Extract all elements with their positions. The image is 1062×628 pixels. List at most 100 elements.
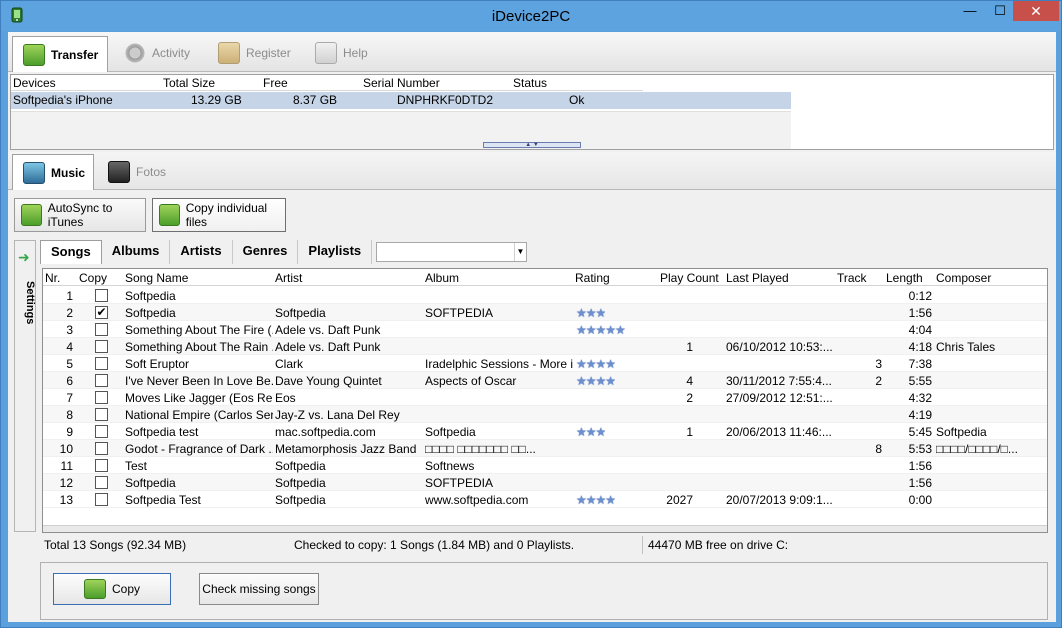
rating-stars[interactable]: ★★★★ bbox=[576, 357, 615, 371]
cell-name: Softpedia bbox=[125, 476, 176, 490]
copy-checkbox[interactable] bbox=[95, 340, 108, 353]
cell-artist: mac.softpedia.com bbox=[275, 425, 376, 439]
table-row[interactable]: 12 Softpedia Softpedia SOFTPEDIA 1:56 bbox=[43, 474, 1047, 491]
cell-length: 1:56 bbox=[908, 476, 932, 490]
rating-stars[interactable]: ★★★★ bbox=[576, 493, 615, 507]
copy-checkbox[interactable] bbox=[95, 323, 108, 336]
col-song-name[interactable]: Song Name bbox=[125, 271, 188, 285]
rating-stars[interactable]: ★★★★★ bbox=[576, 323, 625, 337]
copy-individual-button[interactable]: Copy individual files bbox=[152, 198, 286, 232]
cell-length: 4:18 bbox=[908, 340, 932, 354]
tab-label: Fotos bbox=[136, 165, 167, 179]
check-missing-button[interactable]: Check missing songs bbox=[199, 573, 319, 605]
cell-name: Something About The Rain ... bbox=[125, 340, 273, 354]
help-icon bbox=[315, 42, 337, 64]
filter-albums[interactable]: Albums bbox=[102, 240, 171, 264]
filter-songs[interactable]: Songs bbox=[40, 240, 102, 264]
table-row[interactable]: 4 Something About The Rain ... Adele vs. D… bbox=[43, 338, 1047, 355]
copy-checkbox[interactable] bbox=[95, 391, 108, 404]
action-bar: Copy Check missing songs bbox=[40, 562, 1048, 620]
col-length[interactable]: Length bbox=[886, 271, 923, 285]
filter-genres[interactable]: Genres bbox=[233, 240, 299, 264]
tab-music[interactable]: Music bbox=[12, 154, 94, 190]
col-play-count[interactable]: Play Count bbox=[660, 271, 719, 285]
col-serial[interactable]: Serial Number bbox=[363, 76, 440, 90]
table-row[interactable]: 3 Something About The Fire (... Adele vs. … bbox=[43, 321, 1047, 338]
col-total-size[interactable]: Total Size bbox=[163, 76, 215, 90]
autosync-button[interactable]: AutoSync to iTunes bbox=[14, 198, 146, 232]
cell-artist: Softpedia bbox=[275, 476, 326, 490]
settings-label: Settings bbox=[24, 281, 36, 325]
cell-name: National Empire (Carlos Ser... bbox=[125, 408, 273, 422]
device-total: 13.29 GB bbox=[191, 93, 242, 107]
copy-checkbox[interactable] bbox=[95, 476, 108, 489]
devices-empty-area bbox=[11, 111, 791, 149]
copy-checkbox[interactable] bbox=[95, 357, 108, 370]
col-nr[interactable]: Nr. bbox=[45, 271, 60, 285]
rating-stars[interactable]: ★★★ bbox=[576, 306, 605, 320]
cell-album: □□□□ □□□□□□□ □□... bbox=[425, 442, 536, 456]
main-tabs: Transfer Activity Register Help bbox=[8, 32, 1056, 72]
cell-name: Softpedia bbox=[125, 306, 176, 320]
cell-name: Test bbox=[125, 459, 148, 473]
cell-last: 27/09/2012 12:51:... bbox=[726, 391, 833, 405]
table-row[interactable]: 13 Softpedia Test Softpedia www.softpedia.c… bbox=[43, 491, 1047, 508]
tab-activity[interactable]: Activity bbox=[124, 36, 190, 70]
cell-last: 30/11/2012 7:55:4... bbox=[726, 374, 832, 388]
copy-checkbox[interactable] bbox=[95, 442, 108, 455]
settings-toggle[interactable]: ➜ Settings bbox=[14, 240, 36, 532]
filter-dropdown[interactable]: ▼ bbox=[376, 242, 527, 262]
table-row[interactable]: 10 Godot - Fragrance of Dark ... Metamorph… bbox=[43, 440, 1047, 457]
col-album[interactable]: Album bbox=[425, 271, 459, 285]
col-composer[interactable]: Composer bbox=[936, 271, 991, 285]
copy-checkbox[interactable] bbox=[95, 425, 108, 438]
copy-checkbox[interactable] bbox=[95, 289, 108, 302]
maximize-button[interactable]: ☐ bbox=[986, 3, 1014, 25]
tab-help[interactable]: Help bbox=[315, 36, 368, 70]
copy-checkbox[interactable] bbox=[95, 408, 108, 421]
cell-album: Aspects of Oscar bbox=[425, 374, 517, 388]
cell-album: SOFTPEDIA bbox=[425, 306, 494, 320]
rating-stars[interactable]: ★★★★ bbox=[576, 374, 615, 388]
col-track[interactable]: Track bbox=[837, 271, 867, 285]
table-row[interactable]: 7 Moves Like Jagger (Eos Re... Eos 2 27/09/2… bbox=[43, 389, 1047, 406]
minimize-button[interactable]: — bbox=[956, 3, 984, 25]
table-row[interactable]: 9 Softpedia test mac.softpedia.com Softpedi… bbox=[43, 423, 1047, 440]
splitter-handle[interactable]: ▲ ▼ bbox=[483, 142, 581, 148]
copy-button[interactable]: Copy bbox=[53, 573, 171, 605]
cell-length: 4:32 bbox=[908, 391, 932, 405]
table-row[interactable]: 11 Test Softpedia Softnews 1:56 bbox=[43, 457, 1047, 474]
title-bar[interactable]: iDevice2PC — ☐ ✕ bbox=[1, 1, 1061, 31]
table-row[interactable]: 5 Soft Eruptor Clark Iradelphic Sessions - … bbox=[43, 355, 1047, 372]
copy-checkbox[interactable] bbox=[95, 493, 108, 506]
rating-stars[interactable]: ★★★ bbox=[576, 425, 605, 439]
table-row[interactable]: 1 Softpedia 0:12 bbox=[43, 287, 1047, 304]
copy-files-icon bbox=[159, 204, 180, 226]
tab-transfer[interactable]: Transfer bbox=[12, 36, 108, 72]
col-last-played[interactable]: Last Played bbox=[726, 271, 789, 285]
cell-album: Softnews bbox=[425, 459, 475, 473]
col-free[interactable]: Free bbox=[263, 76, 288, 90]
tab-register[interactable]: Register bbox=[218, 36, 291, 70]
filter-artists[interactable]: Artists bbox=[170, 240, 233, 264]
cell-artist: Softpedia bbox=[275, 459, 326, 473]
col-copy[interactable]: Copy bbox=[79, 271, 107, 285]
copy-checkbox[interactable]: ✔ bbox=[95, 306, 108, 319]
cell-album: www.softpedia.com bbox=[425, 493, 529, 507]
copy-checkbox[interactable] bbox=[95, 459, 108, 472]
tab-fotos[interactable]: Fotos bbox=[108, 154, 166, 190]
filter-playlists[interactable]: Playlists bbox=[298, 240, 373, 264]
copy-checkbox[interactable] bbox=[95, 374, 108, 387]
table-row[interactable]: 8 National Empire (Carlos Ser... Jay-Z vs.… bbox=[43, 406, 1047, 423]
horizontal-scrollbar[interactable] bbox=[43, 525, 1047, 532]
table-row[interactable]: 2 Softpedia Softpedia SOFTPEDIA 1:56 ✔ ★★★ bbox=[43, 304, 1047, 321]
col-rating[interactable]: Rating bbox=[575, 271, 610, 285]
cell-length: 5:45 bbox=[908, 425, 932, 439]
table-row[interactable]: 6 I've Never Been In Love Be... Dave Young… bbox=[43, 372, 1047, 389]
chevron-down-icon[interactable]: ▼ bbox=[514, 243, 526, 261]
col-devices[interactable]: Devices bbox=[13, 76, 56, 90]
device-row[interactable]: Softpedia's iPhone 13.29 GB 8.37 GB DNPH… bbox=[11, 92, 791, 109]
col-artist[interactable]: Artist bbox=[275, 271, 302, 285]
close-button[interactable]: ✕ bbox=[1013, 1, 1059, 21]
col-status[interactable]: Status bbox=[513, 76, 547, 90]
